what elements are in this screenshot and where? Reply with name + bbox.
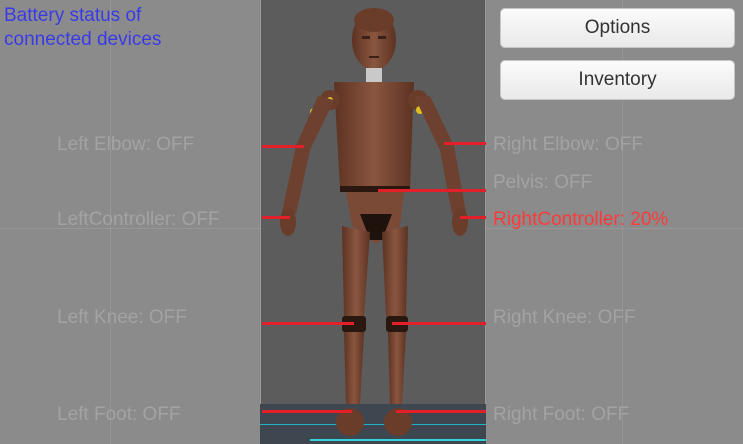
page-title: Battery status of connected devices bbox=[4, 5, 162, 50]
leader-right-foot bbox=[396, 410, 486, 413]
right-knee-status: Right Knee: OFF bbox=[493, 307, 636, 328]
pelvis-status: Pelvis: OFF bbox=[493, 172, 593, 193]
avatar-viewport[interactable] bbox=[260, 0, 486, 444]
right-controller-status: RightController: 20% bbox=[493, 209, 669, 230]
leader-right-controller bbox=[460, 216, 486, 219]
left-controller-status: LeftController: OFF bbox=[57, 209, 220, 230]
left-elbow-status: Left Elbow: OFF bbox=[57, 134, 195, 155]
left-knee-status: Left Knee: OFF bbox=[57, 307, 187, 328]
leader-left-controller bbox=[262, 216, 290, 219]
right-elbow-status: Right Elbow: OFF bbox=[493, 134, 643, 155]
right-foot-status: Right Foot: OFF bbox=[493, 404, 630, 425]
leader-right-elbow bbox=[444, 142, 486, 145]
crash-test-dummy bbox=[280, 8, 468, 436]
leader-pelvis bbox=[378, 189, 486, 192]
leader-left-elbow bbox=[262, 145, 304, 148]
options-button[interactable]: Options bbox=[500, 8, 735, 48]
left-foot-status: Left Foot: OFF bbox=[57, 404, 181, 425]
leader-right-knee bbox=[392, 322, 486, 325]
leader-left-knee bbox=[262, 322, 354, 325]
leader-left-foot bbox=[262, 410, 352, 413]
inventory-button[interactable]: Inventory bbox=[500, 60, 735, 100]
